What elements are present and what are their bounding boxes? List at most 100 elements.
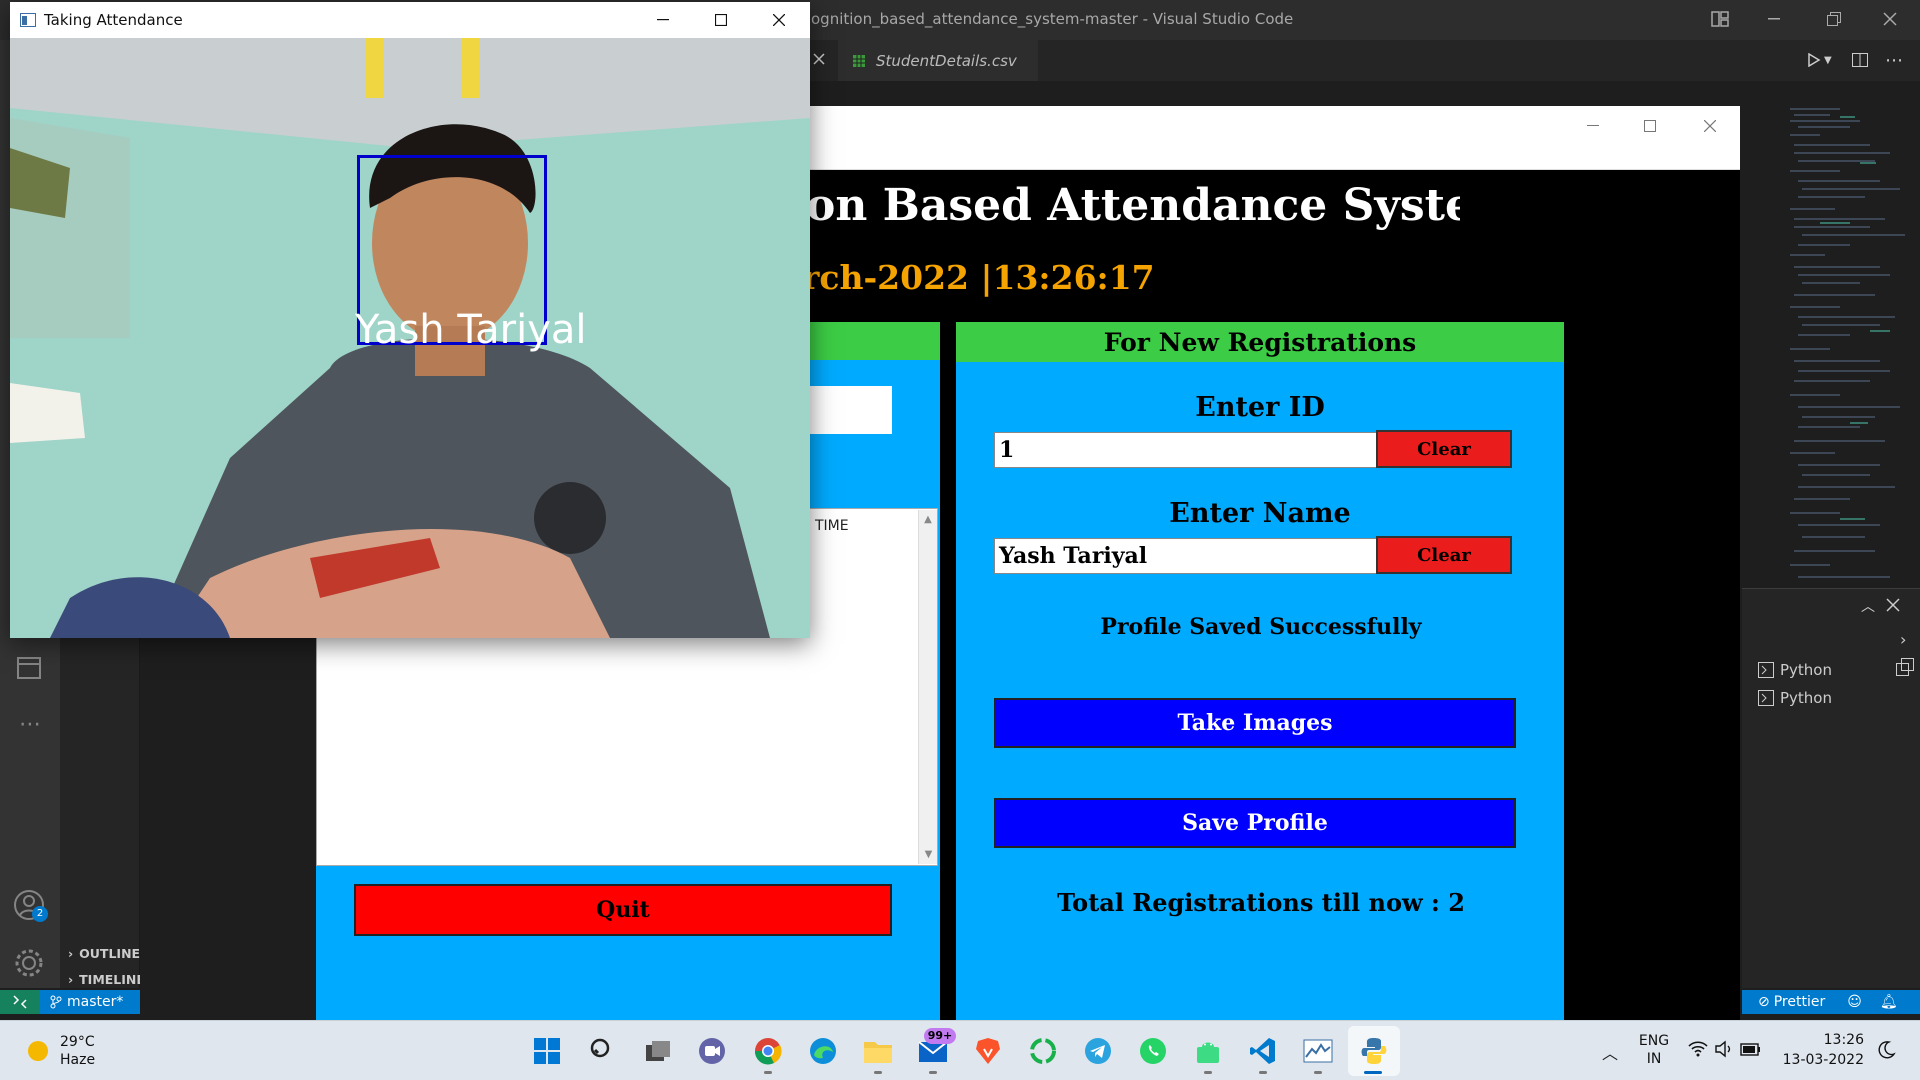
python-icon[interactable] [1354,1031,1394,1071]
minimap[interactable] [1780,105,1920,585]
teams-chat-icon[interactable] [692,1031,732,1071]
registration-header: For New Registrations [956,322,1564,362]
file-explorer-icon[interactable] [858,1031,898,1071]
feedback-icon[interactable]: ☺ [1847,994,1862,1010]
vscode-restore-button[interactable] [1806,0,1862,38]
app-maximize-button[interactable] [1622,106,1678,146]
loading-app-icon[interactable] [1023,1031,1063,1071]
weather-widget[interactable]: 29°C Haze [26,1030,146,1072]
android-studio-icon[interactable] [1188,1031,1228,1071]
id-input[interactable]: 1 [994,432,1378,468]
terminal-panel [1742,588,1920,988]
tab-close-icon[interactable] [808,48,830,70]
speaker-icon[interactable] [1714,1040,1734,1058]
edge-icon[interactable] [803,1031,843,1071]
settings-gear-icon[interactable] [12,946,48,982]
take-images-button[interactable]: Take Images [994,698,1516,748]
vscode-window-title: ognition_based_attendance_system-master … [811,10,1294,28]
status-bar-right: ⊘ Prettier ☺ 🔔︎ [1742,990,1920,1014]
panel-chevron-icon[interactable]: › [1900,630,1914,650]
table-scrollbar[interactable]: ▲ ▼ [918,510,937,864]
camera-minimize-button[interactable] [634,2,692,38]
taskbar [0,1020,1920,1080]
status-message: Profile Saved Successfully [1100,614,1422,640]
camera-maximize-button[interactable] [692,2,750,38]
app-minimize-button[interactable] [1565,106,1621,146]
tab-label: StudentDetails.csv [876,51,1017,70]
focus-assist-moon-icon[interactable] [1876,1040,1896,1060]
terminal-item-python-2[interactable]: Python [1758,685,1832,711]
language-indicator[interactable]: ENG IN [1634,1032,1674,1072]
mail-badge: 99+ [924,1028,956,1044]
recognized-name-label: Yash Tariyal [355,307,587,353]
scroll-up-icon[interactable]: ▲ [919,514,937,525]
app-window-icon [20,13,36,27]
remote-icon[interactable] [0,990,40,1014]
terminal-icon [1758,690,1774,706]
app-datetime: rch-2022 |13:26:17 [802,258,1155,297]
camera-close-button[interactable] [750,2,808,38]
git-branch-status[interactable]: master* [40,990,140,1014]
clear-name-button[interactable]: Clear [1376,536,1512,574]
android-running-indicator [1204,1071,1212,1074]
table-header-time[interactable]: TIME [815,518,849,534]
battery-charging-icon[interactable] [1740,1040,1762,1058]
python-active-indicator [1364,1071,1382,1074]
chrome-icon[interactable] [748,1031,788,1071]
mail-running-indicator [929,1071,937,1074]
split-editor-icon[interactable] [1848,48,1872,72]
enter-name-label: Enter Name [1169,498,1351,529]
wifi-icon[interactable] [1688,1040,1708,1058]
enter-id-label: Enter ID [1195,392,1325,423]
app-heading: on Based Attendance System [806,180,1460,231]
quit-button[interactable]: Quit [354,884,892,936]
whatsapp-icon[interactable] [1133,1031,1173,1071]
clock-time: 13:26 [1823,1032,1864,1048]
windows-start-icon[interactable] [527,1031,567,1071]
clock[interactable]: 13:26 13-03-2022 [1774,1030,1864,1074]
accounts-badge: 2 [32,906,48,922]
chrome-running-indicator [764,1071,772,1074]
telegram-icon[interactable] [1078,1031,1118,1071]
csv-file-icon [852,54,866,68]
panel-maximize-icon[interactable]: ︿ [1858,596,1878,616]
total-registrations: Total Registrations till now : 2 [1057,888,1465,917]
clear-id-button[interactable]: Clear [1376,430,1512,468]
outline-section[interactable]: › OUTLINE [60,940,140,966]
vscode-minimize-button[interactable] [1746,0,1802,38]
panel-close-icon[interactable] [1886,598,1906,618]
run-dropdown-icon[interactable]: ▼ [1824,50,1838,70]
clock-date: 13-03-2022 [1782,1052,1864,1068]
sun-haze-icon [26,1039,50,1063]
save-profile-button[interactable]: Save Profile [994,798,1516,848]
chevron-right-icon: › [68,945,74,961]
tab-studentdetails-csv[interactable]: StudentDetails.csv [838,40,1038,81]
vscode-icon[interactable] [1243,1031,1283,1071]
vscode-close-button[interactable] [1862,0,1918,38]
vscode-running-indicator [1259,1071,1267,1074]
show-hidden-icons-chevron-icon[interactable]: ︿ [1600,1040,1620,1063]
chevron-right-icon: › [68,971,74,987]
terminal-icon [1758,662,1774,678]
app-close-button[interactable] [1682,106,1738,146]
camera-window-title: Taking Attendance [44,11,183,29]
search-icon[interactable] [582,1031,622,1071]
brave-icon[interactable] [968,1031,1008,1071]
scroll-down-icon[interactable]: ▼ [919,849,938,860]
terminal-item-python-1[interactable]: Python [1758,657,1832,683]
explorer-icon[interactable] [14,652,46,684]
prettier-status[interactable]: ⊘ Prettier [1758,994,1825,1010]
task-view-icon[interactable] [638,1031,678,1071]
git-branch-icon [50,995,62,1009]
prettier-check-icon: ⊘ [1758,994,1770,1010]
layout-icon[interactable] [1702,0,1738,38]
split-terminal-icon[interactable] [1896,658,1916,678]
notifications-bell-icon[interactable]: 🔔︎ [1880,994,1898,1010]
system-monitor-icon[interactable] [1298,1031,1338,1071]
more-views-icon[interactable]: ⋯ [14,712,46,744]
name-input[interactable]: Yash Tariyal [994,538,1378,574]
monitor-running-indicator [1314,1071,1322,1074]
more-actions-icon[interactable]: ⋯ [1880,48,1908,72]
attendance-id-input[interactable] [800,386,892,434]
timeline-section[interactable]: › TIMELINE [60,966,140,992]
